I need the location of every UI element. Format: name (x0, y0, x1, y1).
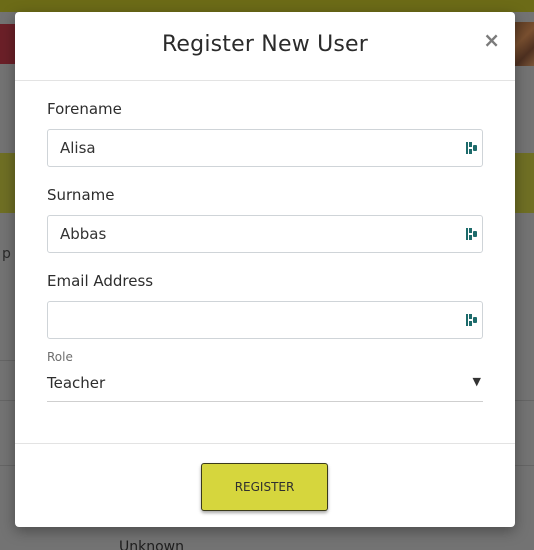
modal-footer: REGISTER (15, 443, 515, 528)
background-cell-text: Unknown (119, 539, 184, 550)
role-label: Role (47, 350, 73, 364)
forename-field-wrapper (47, 129, 483, 167)
background-row-divider (0, 360, 15, 361)
surname-label: Surname (47, 186, 115, 204)
background-row-divider (515, 465, 534, 466)
close-icon[interactable]: × (483, 30, 500, 50)
password-manager-icon[interactable] (466, 141, 478, 155)
role-select[interactable]: Teacher ▼ (47, 368, 483, 402)
register-button[interactable]: REGISTER (201, 463, 328, 511)
background-partial-text: p (2, 246, 11, 262)
forename-label: Forename (47, 100, 122, 118)
surname-field-wrapper (47, 215, 483, 253)
modal-title: Register New User (161, 32, 369, 57)
email-input[interactable] (48, 302, 448, 338)
background-row-divider (515, 400, 534, 401)
forename-input[interactable] (48, 130, 448, 166)
background-row-divider (0, 400, 15, 401)
email-label: Email Address (47, 272, 154, 290)
role-selected-value: Teacher (47, 374, 106, 392)
background-banner-left (0, 24, 16, 64)
password-manager-icon[interactable] (466, 227, 478, 241)
background-row-divider (0, 465, 15, 466)
background-top-bar (0, 0, 534, 12)
surname-input[interactable] (48, 216, 448, 252)
email-field-wrapper (47, 301, 483, 339)
register-user-modal: Register New User × Forename Surname Ema… (15, 12, 515, 527)
modal-header: Register New User × (15, 12, 515, 81)
caret-down-icon: ▼ (472, 375, 481, 388)
password-manager-icon[interactable] (466, 313, 478, 327)
background-banner-right (514, 22, 534, 66)
